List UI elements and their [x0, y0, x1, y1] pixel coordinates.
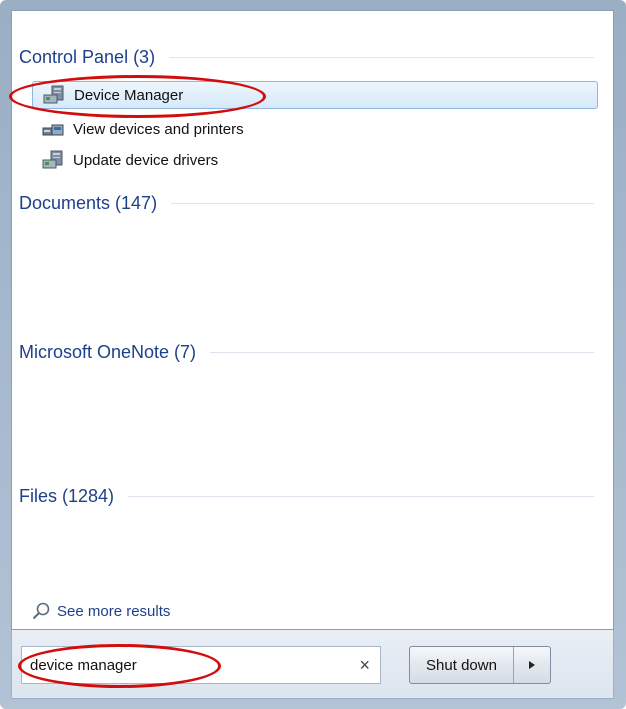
result-view-devices-printers[interactable]: View devices and printers — [32, 115, 598, 143]
device-manager-icon — [43, 85, 65, 105]
group-title: Documents (147) — [19, 192, 158, 213]
group-title: Microsoft OneNote (7) — [19, 341, 197, 362]
group-title: Files (1284) — [19, 485, 115, 506]
result-update-device-drivers[interactable]: Update device drivers — [32, 146, 598, 174]
result-label: Update device drivers — [73, 151, 219, 169]
result-device-manager[interactable]: Device Manager — [32, 81, 598, 109]
clear-icon[interactable]: × — [359, 655, 370, 675]
divider — [171, 202, 594, 204]
result-label: Device Manager — [74, 86, 184, 104]
group-header-documents[interactable]: Documents (147) — [19, 191, 594, 215]
search-box[interactable]: × — [21, 646, 381, 684]
arrow-right-icon — [529, 661, 535, 669]
devices-printers-icon — [42, 119, 64, 139]
group-header-onenote[interactable]: Microsoft OneNote (7) — [19, 340, 594, 364]
shutdown-button[interactable]: Shut down — [410, 647, 514, 683]
group-header-control-panel[interactable]: Control Panel (3) — [19, 45, 594, 69]
see-more-label: See more results — [57, 602, 171, 620]
group-header-files[interactable]: Files (1284) — [19, 484, 594, 508]
result-label: View devices and printers — [73, 120, 244, 138]
search-input[interactable] — [22, 650, 340, 680]
shutdown-split-button: Shut down — [409, 646, 551, 684]
divider — [128, 495, 594, 497]
divider — [169, 56, 594, 58]
shutdown-options-button[interactable] — [514, 647, 550, 683]
device-manager-icon — [42, 150, 64, 170]
group-title: Control Panel (3) — [19, 46, 156, 67]
magnifier-icon — [31, 601, 51, 621]
see-more-results-link[interactable]: See more results — [31, 600, 170, 622]
divider — [210, 351, 594, 353]
